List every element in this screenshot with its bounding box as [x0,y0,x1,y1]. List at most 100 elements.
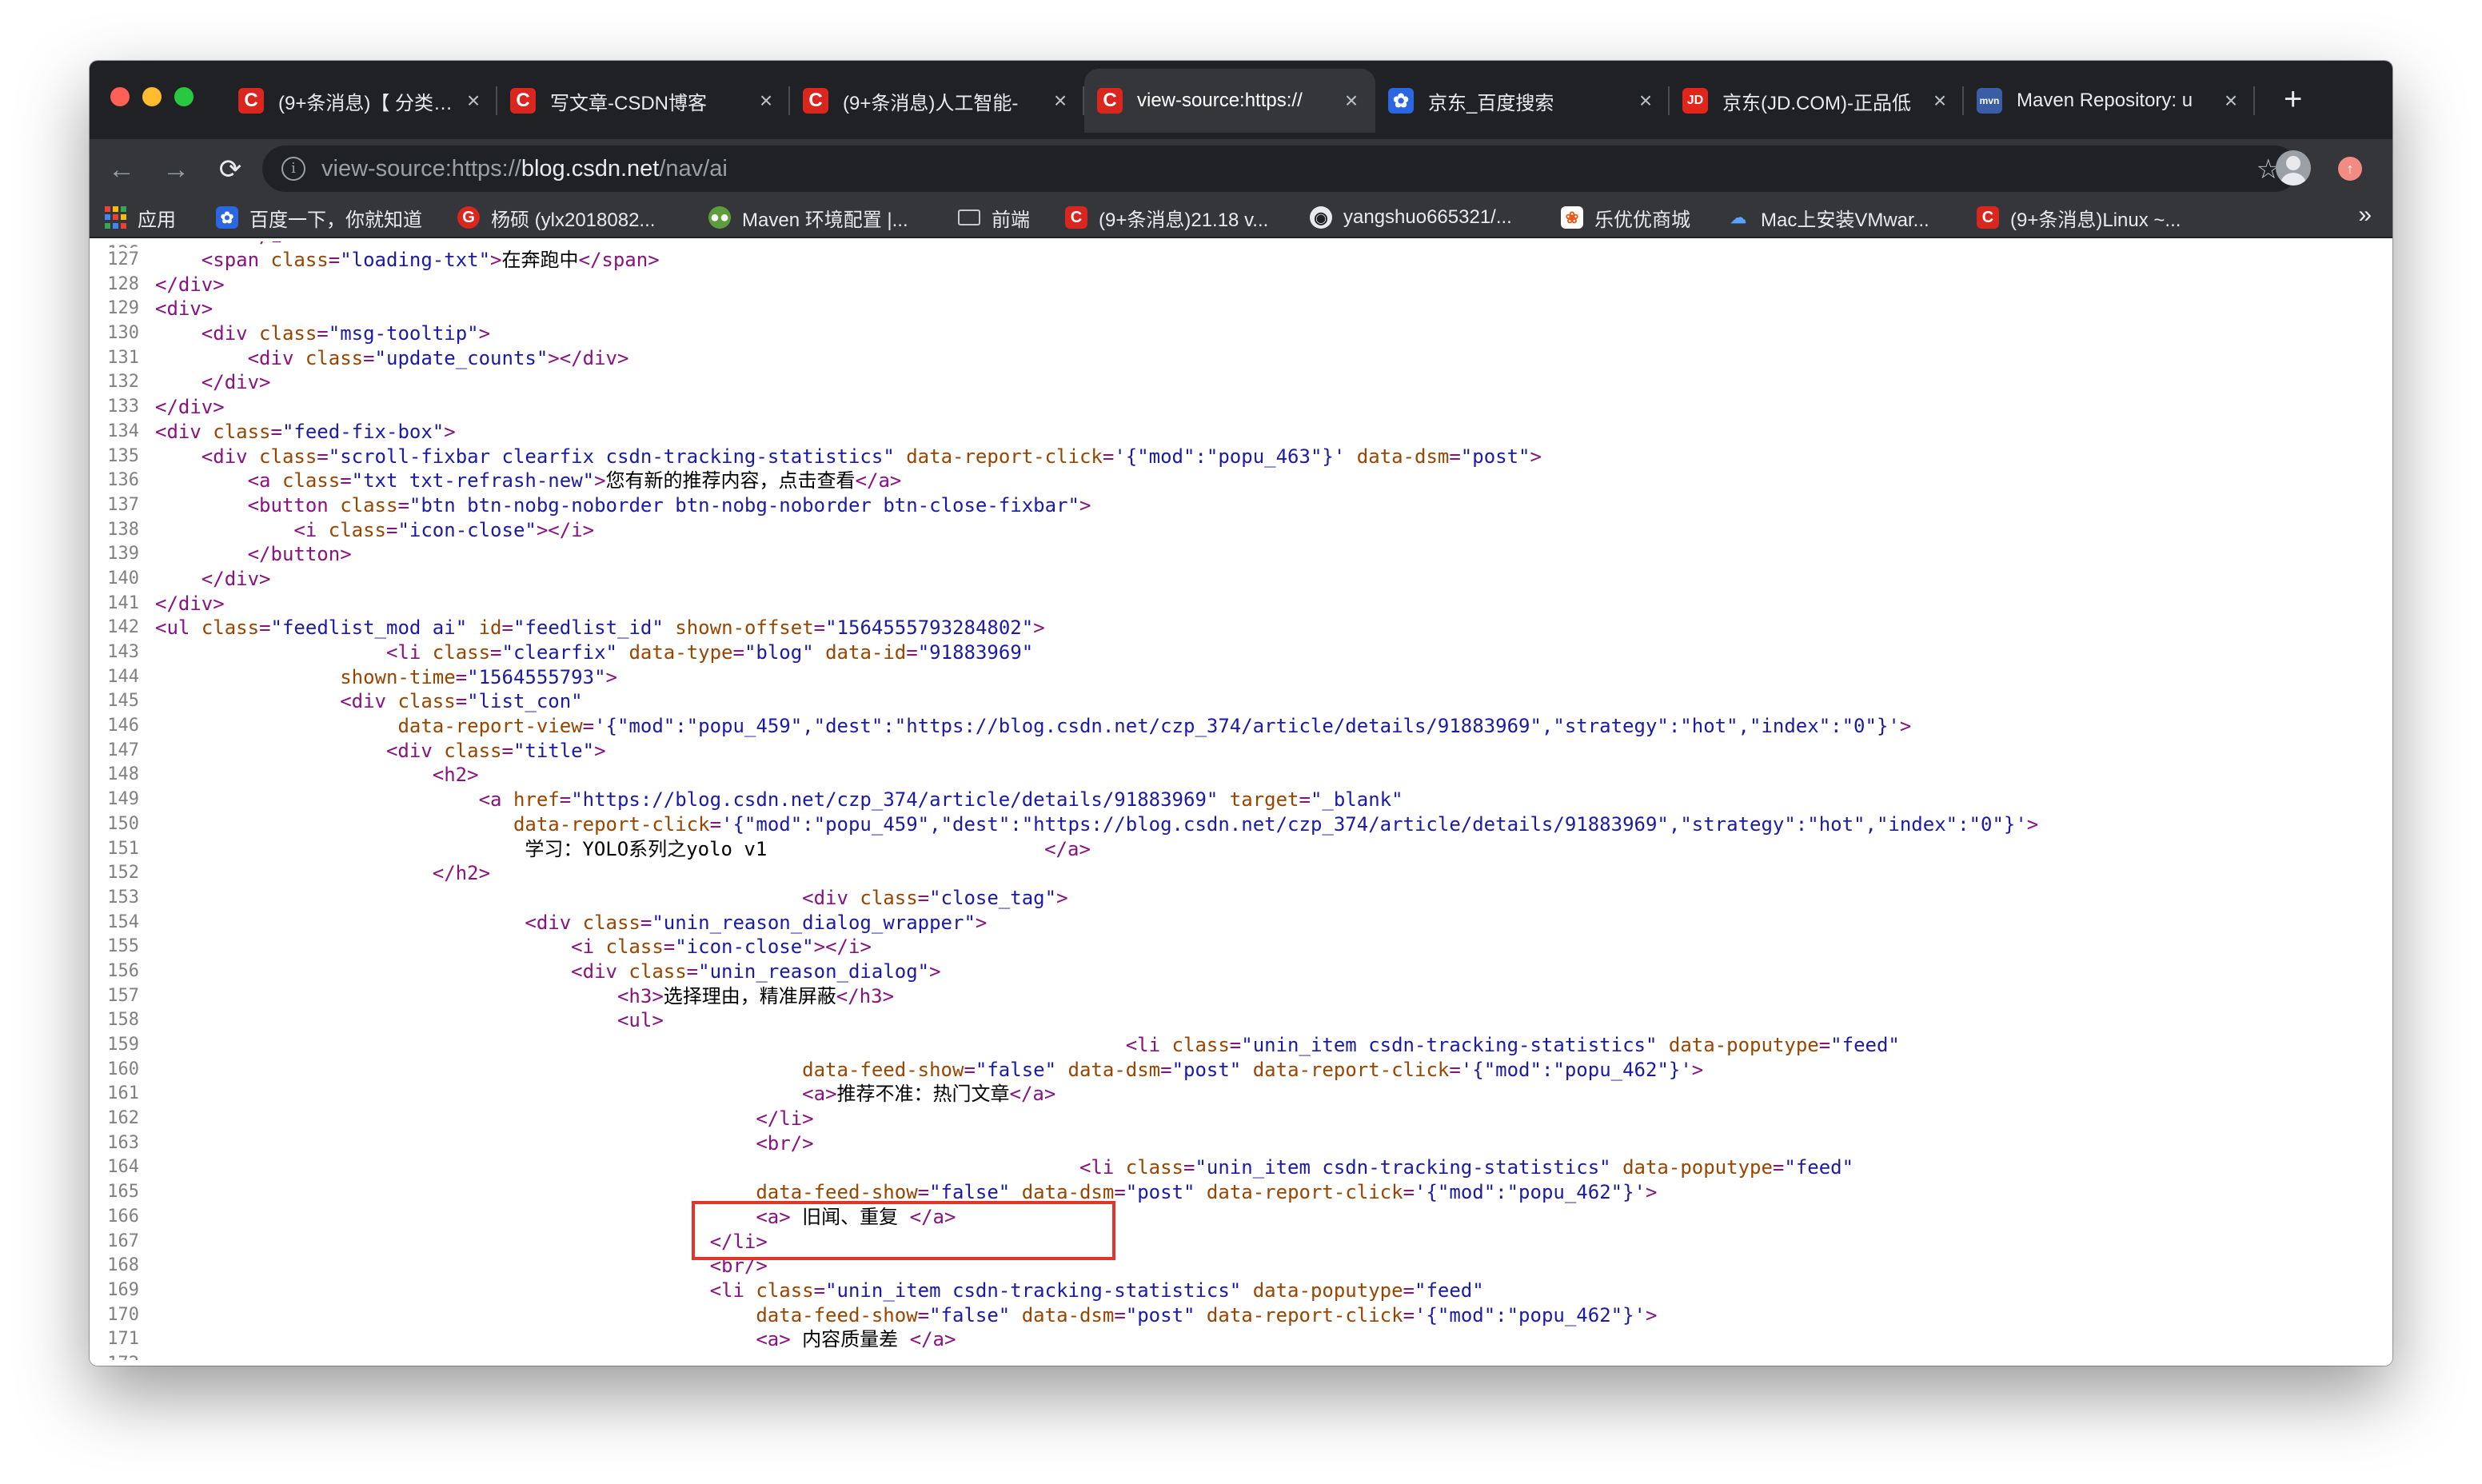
bookmark-item[interactable]: C (9+条消息)Linux ~... [1977,198,2181,237]
bookmarks-overflow-button[interactable]: » [2358,201,2372,229]
line-number: 132 [107,372,139,393]
bookmark-item[interactable]: 应用 [104,198,176,237]
line-text: data-feed-show="false" data-dsm="post" d… [756,1303,1658,1326]
csdn-icon: C [510,88,536,114]
line-number: 151 [107,838,139,859]
tab-close-icon[interactable]: × [1340,88,1363,114]
site-info-icon[interactable]: i [281,157,305,181]
bookmark-item[interactable]: 前端 [958,198,1030,237]
bookmark-item[interactable]: ◉ yangshuo665321/... [1310,198,1512,237]
source-line: 155 <i class="icon-close"></i> [90,935,2392,959]
line-text: <div> [155,297,213,321]
source-line: 141 </div> [90,592,2392,616]
tab-title: view-source:https:// [1137,90,1303,111]
line-text: </h2> [432,862,491,885]
tab-close-icon[interactable]: × [755,88,777,114]
tab[interactable]: Cview-source:https:// × [1084,69,1375,133]
line-text: </div> [155,592,225,615]
line-number: 142 [107,617,139,638]
source-line: 149 <a href="https://blog.csdn.net/czp_3… [90,788,2392,812]
line-text: </div> [201,567,271,590]
tab-separator [2253,86,2255,115]
line-text: <i class="icon-close"></i> [571,935,872,959]
tab-close-icon[interactable]: × [2220,88,2242,114]
source-line: 137 <button class="btn btn-nobg-noborder… [90,493,2392,518]
tab-close-icon[interactable]: × [1634,88,1657,114]
github-icon: ◉ [1310,206,1332,229]
tab-close-icon[interactable]: × [462,88,485,114]
line-text: <div class="feed-fix-box"> [155,420,456,443]
source-line: 167 </li> [90,1230,2392,1255]
new-tab-button[interactable]: + [2284,83,2302,115]
bookmark-item[interactable]: G 杨硕 (ylx2018082... [457,198,655,237]
tab[interactable]: C (9+条消息)人工智能- × [790,69,1084,133]
line-text: <div class="list_con" [340,690,583,713]
line-number: 144 [107,666,139,687]
line-number: 170 [107,1304,139,1325]
line-text: <a>推荐不准：热门文章</a> [802,1083,1056,1106]
line-text: <button class="btn btn-nobg-noborder btn… [247,493,1091,517]
source-line: 127 <span class="loading-txt">在奔跑中</span… [90,248,2392,273]
source-line: 129 <div> [90,297,2392,321]
source-line: 156 <div class="unin_reason_dialog"> [90,959,2392,984]
partial-source-line: 172 [90,1352,2392,1360]
line-number: 149 [107,789,139,810]
line-number: 127 [107,249,139,269]
csdn-icon: C [1977,206,1999,229]
tab-close-icon[interactable]: × [1929,88,1951,114]
bookmark-item[interactable]: ●● Maven 环境配置 |... [708,198,908,237]
source-line: 158 <ul> [90,1008,2392,1033]
csdn-icon: C [1097,88,1123,114]
line-number: 139 [107,544,139,564]
source-line: 130 <div class="msg-tooltip"> [90,321,2392,346]
back-arrow-icon[interactable]: ← [104,152,139,187]
source-line: 166 <a> 旧闻、重复 </a> [90,1205,2392,1230]
apps-grid-icon [104,206,126,229]
address-bar[interactable]: i view-source:https://blog.csdn.net/nav/… [262,146,2298,192]
line-text: <a class="txt txt-refrash-new">您有新的推荐内容，… [247,469,902,493]
line-text: </li> [709,1230,768,1253]
profile-avatar-icon[interactable] [2276,150,2311,186]
source-line: 153 <div class="close_tag"> [90,886,2392,911]
cloud-icon: ☁ [1730,209,1746,227]
bookmark-item[interactable]: ☁ Mac上安装VMwar... [1727,198,1929,237]
line-number: 162 [107,1108,139,1129]
leyou-icon: ❀ [1561,206,1583,229]
tab[interactable]: mvn Maven Repository: u × [1964,69,2255,133]
source-line: 151 学习：YOLO系列之yolo v1 </a> [90,837,2392,862]
line-number: 158 [107,1010,139,1031]
tab[interactable]: ✿ 京东_百度搜索 × [1375,69,1670,133]
line-number: 133 [107,397,139,417]
window-maximize-button[interactable] [174,87,194,106]
bookmark-item[interactable]: ❀ 乐优优商城 [1561,198,1690,237]
line-number: 136 [107,470,139,491]
view-source-content: 126 </i> 127 <span class="loading-txt">在… [90,238,2392,1366]
line-number: 130 [107,323,139,344]
source-line: 133 </div> [90,395,2392,420]
window-close-button[interactable] [110,87,130,106]
line-number: 159 [107,1035,139,1055]
window-minimize-button[interactable] [142,87,162,106]
line-text: <br/> [709,1255,768,1278]
forward-arrow-icon[interactable]: → [158,152,194,187]
tab-close-icon[interactable]: × [1049,88,1071,114]
line-number: 157 [107,985,139,1006]
source-line: 170 data-feed-show="false" data-dsm="pos… [90,1303,2392,1328]
source-line: 157 <h3>选择理由，精准屏蔽</h3> [90,984,2392,1009]
bookmark-label: yangshuo665321/... [1343,206,1512,228]
line-number: 141 [107,592,139,613]
line-text: <span class="loading-txt">在奔跑中</span> [201,249,660,271]
bookmark-label: 百度一下，你就知道 [249,209,422,231]
reload-icon[interactable]: ⟳ [213,152,248,187]
bookmark-item[interactable]: ✿ 百度一下，你就知道 [216,198,422,237]
line-number: 134 [107,421,139,441]
tab[interactable]: C (9+条消息)【 分类 】 × [225,69,497,133]
line-text: <a> 旧闻、重复 </a> [756,1205,956,1228]
folder-icon [958,206,980,229]
line-text: shown-time="1564555793"> [340,665,617,688]
tab[interactable]: JD 京东(JD.COM)-正品低 × [1670,69,1964,133]
tab[interactable]: C 写文章-CSDN博客 × [497,69,790,133]
bookmark-item[interactable]: C (9+条消息)21.18 v... [1065,198,1268,237]
bookmark-label: 应用 [138,209,176,231]
extension-update-icon[interactable]: ↑ [2338,157,2362,181]
